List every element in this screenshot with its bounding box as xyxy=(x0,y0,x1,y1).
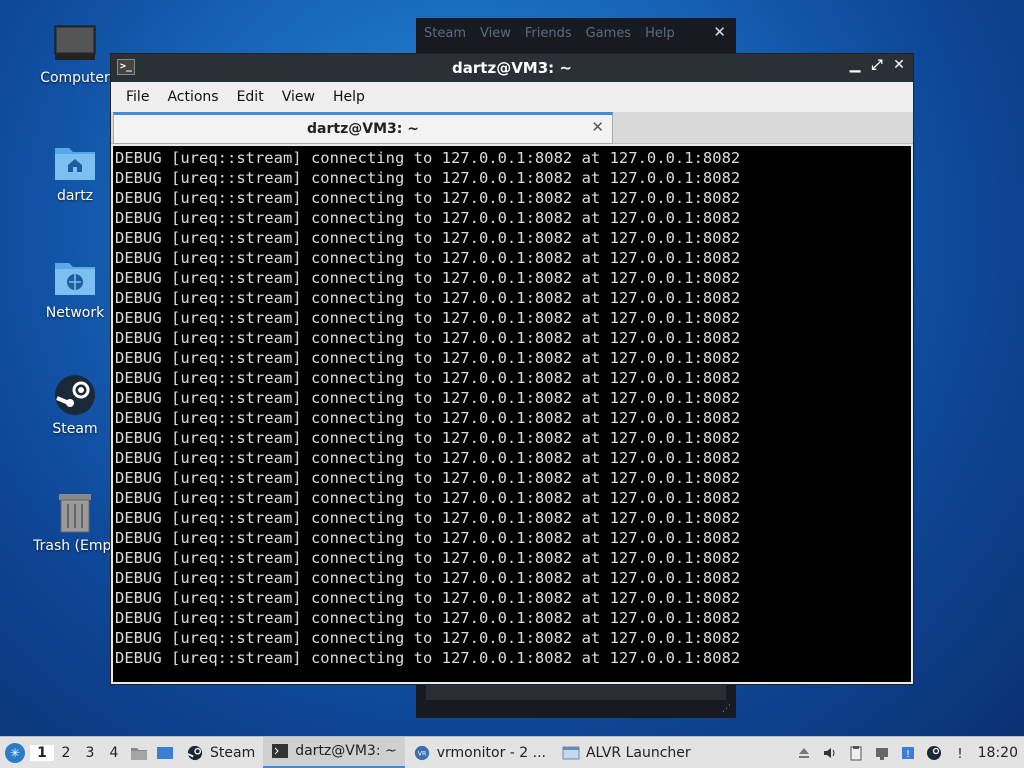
terminal-line: DEBUG [ureq::stream] connecting to 127.0… xyxy=(115,609,741,627)
terminal-line: DEBUG [ureq::stream] connecting to 127.0… xyxy=(115,489,741,507)
steam-menu-games[interactable]: Games xyxy=(586,26,631,41)
clock[interactable]: 18:20 xyxy=(978,745,1018,761)
steam-tray-icon[interactable] xyxy=(926,745,942,761)
terminal-line: DEBUG [ureq::stream] connecting to 127.0… xyxy=(115,629,741,647)
terminal-line: DEBUG [ureq::stream] connecting to 127.0… xyxy=(115,549,741,567)
system-tray: ! ! 18:20 xyxy=(796,745,1024,761)
window-title: dartz@VM3: ~ xyxy=(452,59,572,77)
terminal-line: DEBUG [ureq::stream] connecting to 127.0… xyxy=(115,429,741,447)
steam-icon xyxy=(53,373,97,417)
task-vrmonitor[interactable]: VR vrmonitor - 2 ... xyxy=(405,737,554,768)
steam-menu-friends[interactable]: Friends xyxy=(525,26,572,41)
menu-help[interactable]: Help xyxy=(324,89,374,105)
tab-close-icon[interactable]: ✕ xyxy=(591,118,604,136)
task-alvr-launcher[interactable]: ALVR Launcher xyxy=(554,737,699,768)
terminal-line: DEBUG [ureq::stream] connecting to 127.0… xyxy=(115,149,741,167)
terminal-line: DEBUG [ureq::stream] connecting to 127.0… xyxy=(115,469,741,487)
svg-text:!: ! xyxy=(906,749,910,760)
update-notifier-icon[interactable]: ! xyxy=(900,745,916,761)
terminal-line: DEBUG [ureq::stream] connecting to 127.0… xyxy=(115,289,741,307)
task-label: ALVR Launcher xyxy=(585,744,691,761)
desktop-icon xyxy=(157,746,173,759)
task-label: Steam xyxy=(210,744,256,761)
clipboard-icon[interactable] xyxy=(848,745,864,761)
svg-text:!: ! xyxy=(957,747,962,761)
terminal-line: DEBUG [ureq::stream] connecting to 127.0… xyxy=(115,389,741,407)
terminal-line: DEBUG [ureq::stream] connecting to 127.0… xyxy=(115,269,741,287)
terminal-line: DEBUG [ureq::stream] connecting to 127.0… xyxy=(115,309,741,327)
steam-menu-steam[interactable]: Steam xyxy=(424,26,466,41)
trash-icon xyxy=(53,490,97,534)
show-desktop-button[interactable] xyxy=(152,737,178,768)
terminal-icon: >_ xyxy=(117,59,135,75)
terminal-line: DEBUG [ureq::stream] connecting to 127.0… xyxy=(115,509,741,527)
taskbar: ✳ 1 2 3 4 Steam dartz@VM3: ~ VR vrmonito… xyxy=(0,736,1024,768)
task-label: vrmonitor - 2 ... xyxy=(436,744,546,761)
computer-icon xyxy=(53,22,97,66)
workspace-1[interactable]: 1 xyxy=(30,744,54,761)
volume-icon[interactable] xyxy=(822,745,838,761)
network-folder-icon xyxy=(53,257,97,301)
terminal-line: DEBUG [ureq::stream] connecting to 127.0… xyxy=(115,249,741,267)
resize-grip-icon[interactable]: ⋰ xyxy=(722,704,732,714)
svg-text:VR: VR xyxy=(417,750,426,757)
menu-edit[interactable]: Edit xyxy=(228,89,273,105)
home-folder-icon xyxy=(53,140,97,184)
steam-menu-help[interactable]: Help xyxy=(645,26,675,41)
workspace-4[interactable]: 4 xyxy=(102,745,126,761)
steam-menubar: Steam View Friends Games Help xyxy=(416,18,736,48)
workspace-3[interactable]: 3 xyxy=(78,745,102,761)
vrmonitor-icon: VR xyxy=(414,745,429,760)
workspace-2[interactable]: 2 xyxy=(54,745,78,761)
terminal-output[interactable]: DEBUG [ureq::stream] connecting to 127.0… xyxy=(113,146,911,682)
terminal-line: DEBUG [ureq::stream] connecting to 127.0… xyxy=(115,569,741,587)
tab-label: dartz@VM3: ~ xyxy=(307,121,419,137)
start-menu-button[interactable]: ✳ xyxy=(0,737,30,768)
task-steam[interactable]: Steam xyxy=(178,737,263,768)
terminal-line: DEBUG [ureq::stream] connecting to 127.0… xyxy=(115,349,741,367)
terminal-line: DEBUG [ureq::stream] connecting to 127.0… xyxy=(115,649,741,667)
terminal-line: DEBUG [ureq::stream] connecting to 127.0… xyxy=(115,189,741,207)
terminal-line: DEBUG [ureq::stream] connecting to 127.0… xyxy=(115,169,741,187)
close-icon[interactable]: ✕ xyxy=(713,23,726,41)
minimize-icon[interactable]: ▁ xyxy=(847,57,863,73)
terminal-window[interactable]: >_ dartz@VM3: ~ ▁ ⤢ ✕ File Actions Edit … xyxy=(110,53,914,685)
terminal-icon xyxy=(272,744,289,758)
menubar: File Actions Edit View Help xyxy=(111,82,913,112)
terminal-line: DEBUG [ureq::stream] connecting to 127.0… xyxy=(115,409,741,427)
terminal-line: DEBUG [ureq::stream] connecting to 127.0… xyxy=(115,369,741,387)
task-terminal[interactable]: dartz@VM3: ~ xyxy=(263,736,405,768)
folder-icon xyxy=(131,747,147,760)
terminal-line: DEBUG [ureq::stream] connecting to 127.0… xyxy=(115,449,741,467)
tab-terminal[interactable]: dartz@VM3: ~ ✕ xyxy=(113,112,613,144)
terminal-line: DEBUG [ureq::stream] connecting to 127.0… xyxy=(115,209,741,227)
terminal-line: DEBUG [ureq::stream] connecting to 127.0… xyxy=(115,329,741,347)
menu-actions[interactable]: Actions xyxy=(158,89,227,105)
menu-file[interactable]: File xyxy=(117,89,158,105)
lubuntu-logo-icon: ✳ xyxy=(5,742,25,763)
eject-icon[interactable] xyxy=(796,745,812,761)
menu-view[interactable]: View xyxy=(273,89,324,105)
tab-bar: dartz@VM3: ~ ✕ xyxy=(111,112,913,144)
task-label: dartz@VM3: ~ xyxy=(295,743,397,759)
steam-menu-view[interactable]: View xyxy=(480,26,511,41)
terminal-line: DEBUG [ureq::stream] connecting to 127.0… xyxy=(115,589,741,607)
warning-icon[interactable]: ! xyxy=(952,745,968,761)
window-icon xyxy=(562,746,580,759)
close-icon[interactable]: ✕ xyxy=(891,57,907,73)
steam-icon xyxy=(187,745,203,760)
terminal-line: DEBUG [ureq::stream] connecting to 127.0… xyxy=(115,529,741,547)
terminal-line: DEBUG [ureq::stream] connecting to 127.0… xyxy=(115,229,741,247)
network-wired-icon[interactable] xyxy=(874,745,890,761)
maximize-icon[interactable]: ⤢ xyxy=(869,57,885,73)
window-titlebar[interactable]: >_ dartz@VM3: ~ ▁ ⤢ ✕ xyxy=(111,54,913,82)
file-manager-launcher[interactable] xyxy=(126,737,152,768)
